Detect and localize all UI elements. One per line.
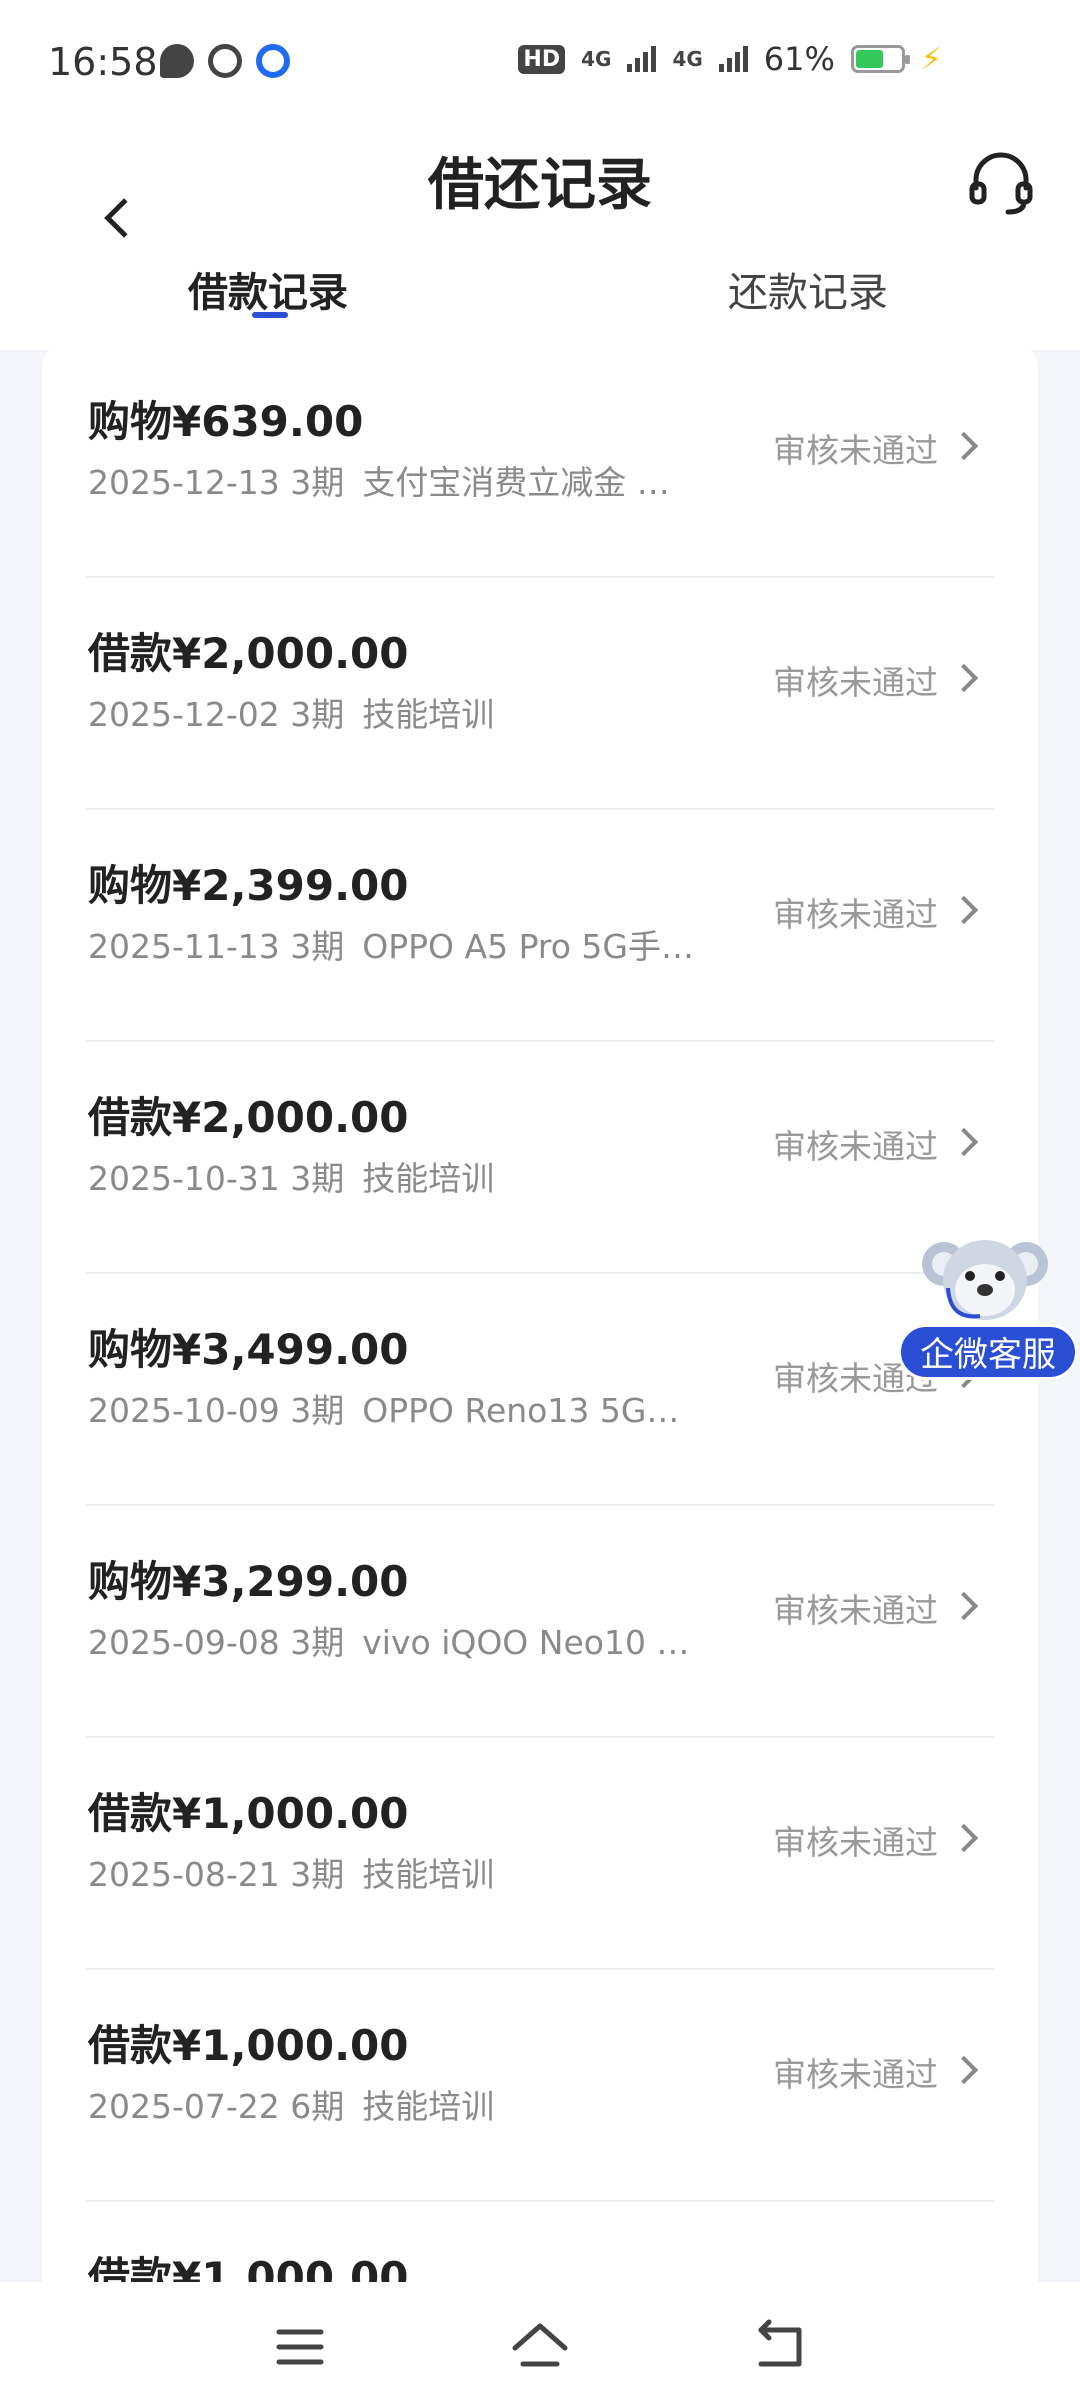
menu-button[interactable]	[265, 2312, 335, 2382]
record-status: 审核未通过	[773, 431, 938, 470]
record-term: 3期	[290, 1159, 345, 1198]
list-item[interactable]: 借款¥1,000.00 2025-07-22 6期 技能培训 审核未通过	[42, 1970, 1038, 2202]
record-subtitle: 2025-12-13 3期 支付宝消费立减金 …	[88, 456, 670, 504]
status-bar: 16:58 HD 4G 4G 61% ⚡	[0, 0, 1080, 120]
record-title: 借款¥1,000.00	[88, 2021, 409, 2070]
record-status: 审核未通过	[773, 895, 938, 934]
menu-icon	[276, 2329, 324, 2365]
battery-percent: 61%	[763, 40, 835, 78]
battery-icon	[850, 45, 910, 73]
hd-icon: HD	[518, 44, 566, 74]
record-date: 2025-12-02	[88, 695, 280, 734]
record-status: 审核未通过	[773, 663, 938, 702]
record-subtitle: 2025-10-31 3期 技能培训	[88, 1152, 494, 1200]
chevron-right-icon	[949, 1127, 979, 1157]
chevron-right-icon	[949, 1823, 979, 1853]
floating-customer-service[interactable]: 企微客服	[898, 1228, 1080, 1380]
record-status: 审核未通过	[773, 1823, 938, 1862]
active-tab-indicator	[252, 312, 288, 318]
system-nav-bar	[0, 2282, 1080, 2408]
sync-icon	[208, 44, 242, 78]
record-desc: vivo iQOO Neo10 …	[362, 1623, 690, 1662]
record-desc: 技能培训	[362, 1855, 495, 1894]
record-date: 2025-10-09	[88, 1391, 280, 1430]
record-title: 购物¥639.00	[88, 397, 364, 446]
page-title: 借还记录	[428, 153, 652, 218]
record-status: 审核未通过	[773, 2055, 938, 2094]
record-subtitle: 2025-07-22 6期 技能培训	[88, 2080, 494, 2128]
charging-icon: ⚡	[920, 41, 942, 77]
back-nav-button[interactable]	[745, 2312, 815, 2382]
record-date: 2025-08-21	[88, 1855, 280, 1894]
signal-icon	[627, 46, 657, 72]
record-title: 购物¥2,399.00	[88, 861, 409, 910]
message-icon	[160, 44, 194, 78]
network-type-2: 4G	[672, 47, 703, 71]
app-notification-icon	[256, 44, 290, 78]
record-term: 3期	[290, 1391, 345, 1430]
customer-service-button[interactable]	[966, 148, 1036, 218]
record-desc: 支付宝消费立减金 …	[362, 463, 670, 502]
tab-borrow-records[interactable]: 借款记录	[188, 260, 348, 318]
list-item[interactable]: 购物¥3,299.00 2025-09-08 3期 vivo iQOO Neo10…	[42, 1506, 1038, 1738]
record-subtitle: 2025-11-13 3期 OPPO A5 Pro 5G手…	[88, 920, 694, 968]
record-status: 审核未通过	[773, 1591, 938, 1630]
tab-bar: 借款记录 还款记录	[0, 240, 1080, 350]
record-subtitle: 2025-09-08 3期 vivo iQOO Neo10 …	[88, 1616, 689, 1664]
record-date: 2025-10-31	[88, 1159, 280, 1198]
record-subtitle: 2025-12-02 3期 技能培训	[88, 688, 494, 736]
record-title: 购物¥3,499.00	[88, 1325, 409, 1374]
tab-repay-records[interactable]: 还款记录	[728, 260, 888, 318]
record-term: 3期	[290, 927, 345, 966]
home-button[interactable]	[505, 2312, 575, 2382]
status-time: 16:58	[48, 40, 158, 84]
list-item[interactable]: 借款¥1,000.00	[42, 2202, 1038, 2286]
record-desc: OPPO Reno13 5G…	[362, 1391, 680, 1430]
record-desc: 技能培训	[362, 1159, 495, 1198]
record-term: 3期	[290, 463, 345, 502]
record-title: 借款¥1,000.00	[88, 2253, 409, 2286]
record-date: 2025-11-13	[88, 927, 280, 966]
record-title: 借款¥2,000.00	[88, 629, 409, 678]
record-subtitle: 2025-08-21 3期 技能培训	[88, 1848, 494, 1896]
list-item[interactable]: 购物¥3,499.00 2025-10-09 3期 OPPO Reno13 5G……	[42, 1274, 1038, 1506]
record-date: 2025-07-22	[88, 2087, 280, 2126]
record-term: 3期	[290, 695, 345, 734]
record-title: 借款¥2,000.00	[88, 1093, 409, 1142]
record-desc: 技能培训	[362, 2087, 495, 2126]
chevron-right-icon	[949, 663, 979, 693]
signal-icon-2	[718, 46, 748, 72]
record-desc: 技能培训	[362, 695, 495, 734]
chevron-right-icon	[949, 895, 979, 925]
record-date: 2025-09-08	[88, 1623, 280, 1662]
battery-level	[855, 50, 883, 68]
record-term: 3期	[290, 1855, 345, 1894]
record-desc: OPPO A5 Pro 5G手…	[362, 927, 694, 966]
chevron-right-icon	[949, 431, 979, 461]
record-subtitle: 2025-10-09 3期 OPPO Reno13 5G…	[88, 1384, 679, 1432]
system-indicators: HD 4G 4G 61% ⚡	[518, 40, 942, 78]
record-date: 2025-12-13	[88, 463, 280, 502]
list-item[interactable]: 购物¥2,399.00 2025-11-13 3期 OPPO A5 Pro 5G手…	[42, 810, 1038, 1042]
list-item[interactable]: 借款¥1,000.00 2025-08-21 3期 技能培训 审核未通过	[42, 1738, 1038, 1970]
record-title: 借款¥1,000.00	[88, 1789, 409, 1838]
list-item[interactable]: 借款¥2,000.00 2025-12-02 3期 技能培训 审核未通过	[42, 578, 1038, 810]
records-list: 购物¥639.00 2025-12-13 3期 支付宝消费立减金 … 审核未通过 …	[42, 346, 1038, 2286]
chevron-right-icon	[949, 1591, 979, 1621]
record-title: 购物¥3,299.00	[88, 1557, 409, 1606]
page-header: 借还记录 借款记录 还款记录	[0, 120, 1080, 350]
notification-icons	[160, 44, 290, 78]
list-item[interactable]: 购物¥639.00 2025-12-13 3期 支付宝消费立减金 … 审核未通过	[42, 346, 1038, 578]
customer-service-label: 企微客服	[898, 1324, 1078, 1380]
headset-icon	[969, 152, 1033, 215]
home-icon	[512, 2323, 568, 2367]
koala-mascot-icon	[922, 1240, 1048, 1320]
chevron-right-icon	[949, 2055, 979, 2085]
list-item[interactable]: 借款¥2,000.00 2025-10-31 3期 技能培训 审核未通过	[42, 1042, 1038, 1274]
record-status: 审核未通过	[773, 1127, 938, 1166]
record-term: 6期	[290, 2087, 345, 2126]
record-term: 3期	[290, 1623, 345, 1662]
network-type-1: 4G	[581, 47, 612, 71]
back-icon	[758, 2319, 802, 2367]
